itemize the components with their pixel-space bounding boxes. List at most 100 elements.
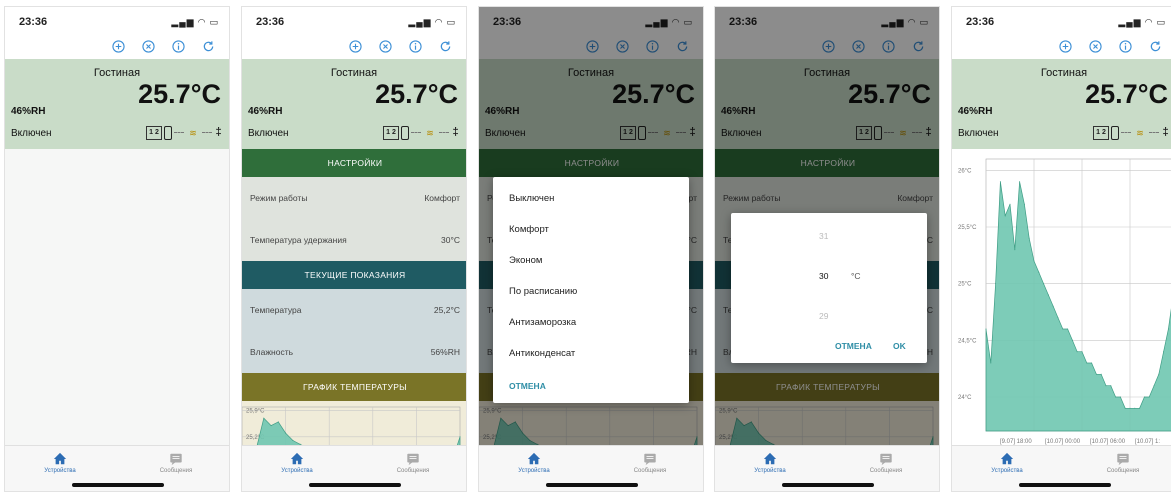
data-point [1023, 203, 1025, 205]
tab-devices[interactable]: Устройства [25, 452, 95, 474]
settings-section-title: НАСТРОЙКИ [242, 149, 466, 177]
remove-device-button[interactable] [133, 37, 163, 59]
tab-devices[interactable]: Устройства [735, 452, 805, 474]
info-icon [408, 40, 422, 56]
device-details: НАСТРОЙКИ Режим работы Комфорт Температура … [242, 149, 466, 453]
fullscreen-chart[interactable]: 26°C 25,5°C 25°C 24,5°C 24°C [9.07] 18:00 [10.… [952, 149, 1171, 453]
mode-option[interactable]: По расписанию [493, 276, 689, 307]
picker-cancel-button[interactable]: ОТМЕНА [835, 341, 872, 351]
data-point [285, 432, 287, 434]
mode-badge-icon: 1 2 [146, 125, 162, 140]
link-dots-icon [411, 132, 421, 133]
x-circle-icon [1088, 40, 1102, 56]
refresh-button[interactable] [193, 37, 223, 59]
refresh-button[interactable] [1140, 37, 1170, 59]
y-tick-label: 24,5°C [958, 338, 977, 344]
message-icon [141, 452, 211, 466]
data-point [1043, 283, 1045, 285]
info-icon [171, 40, 185, 56]
mode-option[interactable]: Выключен [493, 183, 689, 214]
status-bar: 23:36 ▂▄▆ ◠ ▭ [242, 7, 466, 37]
tab-messages[interactable]: Сообщения [141, 452, 211, 474]
refresh-icon [202, 40, 215, 56]
device-header[interactable]: Гостиная 25.7°C 46%RH Включен 1 2 ≋ ‡ [242, 59, 466, 149]
picker-value-selected[interactable]: 30 [819, 271, 828, 281]
mode-option[interactable]: Комфорт [493, 214, 689, 245]
tab-devices[interactable]: Устройства [972, 452, 1042, 474]
refresh-button[interactable] [430, 37, 460, 59]
picker-value-above[interactable]: 31 [819, 231, 828, 241]
picker-value-below[interactable]: 29 [819, 311, 828, 321]
home-icon [25, 452, 95, 466]
add-device-button[interactable] [103, 37, 133, 59]
device-state: Включен [248, 128, 289, 139]
data-point [263, 417, 265, 419]
device-status-icons: 1 2 ≋ ‡ [1093, 125, 1170, 140]
mode-option[interactable]: Эконом [493, 245, 689, 276]
data-point [1167, 328, 1169, 330]
info-button[interactable] [400, 37, 430, 59]
y-tick-label: 25,9°C [246, 409, 265, 415]
picker-ok-button[interactable]: OK [893, 341, 906, 351]
remove-device-button[interactable] [1080, 37, 1110, 59]
tab-label: Сообщения [633, 468, 667, 474]
temperature-value: 25.7°C [138, 79, 221, 109]
data-point [292, 440, 294, 441]
phone-icon [1111, 125, 1119, 140]
add-device-button[interactable] [1050, 37, 1080, 59]
menu-cancel-button[interactable]: ОТМЕНА [493, 369, 689, 403]
data-point [270, 425, 272, 427]
data-point [999, 181, 1001, 183]
message-icon [851, 452, 921, 466]
data-point [1028, 237, 1030, 239]
room-name: Гостиная [93, 67, 141, 79]
settings-row[interactable]: Режим работы Комфорт [242, 177, 466, 219]
status-icons: ▂▄▆ ◠ ▭ [408, 16, 456, 27]
plus-circle-icon [111, 40, 125, 56]
phone-screen-2: 23:36 ▂▄▆ ◠ ▭ Гостиная 25.7°C 46%RH Включен 1 … [241, 6, 467, 492]
reading-label: Температура [250, 305, 302, 315]
message-icon [378, 452, 448, 466]
data-point [985, 328, 987, 330]
tab-messages[interactable]: Сообщения [851, 452, 921, 474]
add-device-button[interactable] [340, 37, 370, 59]
status-time: 23:36 [256, 16, 285, 28]
toolbar [242, 37, 466, 59]
home-indicator [546, 483, 638, 487]
tab-devices[interactable]: Устройства [262, 452, 332, 474]
phone-screen-5: 23:36 ▂▄▆ ◠ ▭ Гостиная 25.7°C 46%RH Включен 1 … [951, 6, 1171, 492]
device-header[interactable]: Гостиная 25.7°C 46%RH Включен 1 2 ≋ ‡ [952, 59, 1171, 149]
refresh-icon [1149, 40, 1162, 56]
phone-screen-4: 23:36 ▂▄▆ ◠ ▭ Гостиная 25.7°C 46%RH Включен 1 … [714, 6, 940, 492]
device-header[interactable]: Гостиная 25.7°C 46%RH Включен 1 2 ≋ ‡ [5, 59, 229, 149]
message-icon [615, 452, 685, 466]
data-point [1047, 294, 1049, 296]
device-state: Включен [11, 128, 52, 139]
link-dots-icon [1121, 132, 1131, 133]
device-status-icons: 1 2 ≋ ‡ [383, 125, 460, 140]
info-button[interactable] [1110, 37, 1140, 59]
humidity-value: 46%RH [248, 106, 283, 117]
info-button[interactable] [163, 37, 193, 59]
data-point [1163, 351, 1165, 353]
data-point [1139, 407, 1141, 409]
tab-messages[interactable]: Сообщения [1088, 452, 1158, 474]
phone-icon [401, 125, 409, 140]
tab-label: Сообщения [396, 468, 430, 474]
remove-device-button[interactable] [370, 37, 400, 59]
tab-messages[interactable]: Сообщения [378, 452, 448, 474]
data-point [1004, 215, 1006, 217]
readings-row: Температура 25,2°C [242, 289, 466, 331]
mode-option[interactable]: Антиконденсат [493, 338, 689, 369]
mode-option[interactable]: Антизаморозка [493, 307, 689, 338]
device-list-empty [5, 149, 229, 453]
tab-devices[interactable]: Устройства [499, 452, 569, 474]
settings-row[interactable]: Температура удержания 30°C [242, 219, 466, 261]
picker-unit: °C [851, 271, 861, 281]
temperature-picker-dialog: 31 30 °C 29 ОТМЕНА OK [731, 213, 927, 363]
room-name: Гостиная [330, 67, 378, 79]
data-point [1148, 396, 1150, 398]
phone-icon [164, 125, 172, 140]
x-circle-icon [378, 40, 392, 56]
tab-messages[interactable]: Сообщения [615, 452, 685, 474]
